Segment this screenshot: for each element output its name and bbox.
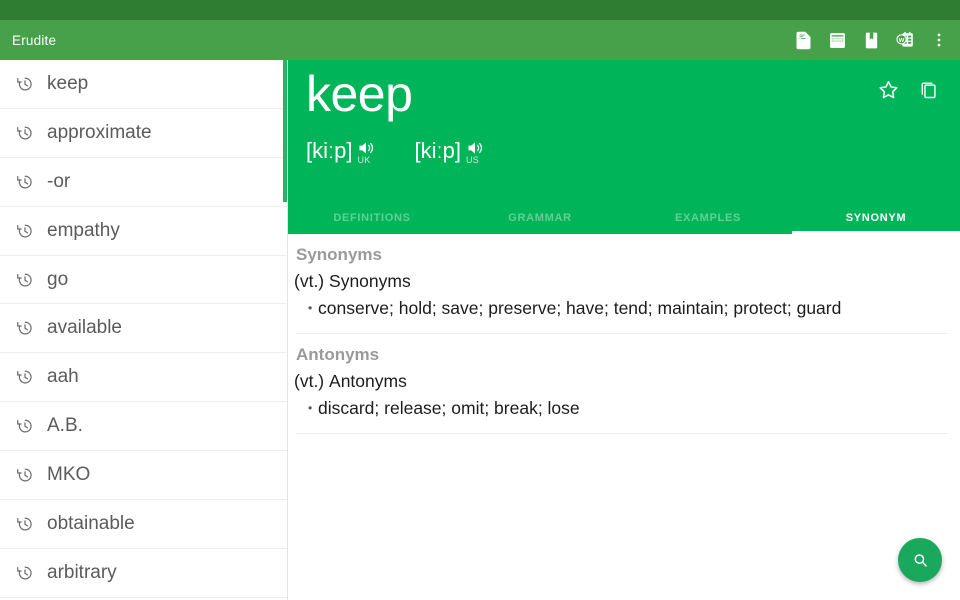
part-of-speech: (vt.) — [294, 271, 324, 291]
translate-icon[interactable] — [786, 20, 820, 60]
bullet-dot-icon: • — [308, 395, 318, 422]
history-item-label: A.B. — [47, 415, 83, 437]
copy-icon[interactable] — [908, 70, 948, 110]
tab-grammar[interactable]: GRAMMAR — [456, 201, 624, 234]
word-header: keep [kiːp] — [288, 60, 960, 201]
article-icon[interactable] — [820, 20, 854, 60]
history-item-4[interactable]: go — [0, 256, 287, 305]
sidebar-scrollbar[interactable] — [283, 60, 287, 600]
sense-block: (vt.) Antonyms • discard; release; omit;… — [288, 367, 956, 424]
history-clock-icon — [14, 171, 36, 193]
speaker-us-wrap: US — [465, 138, 485, 164]
headword: keep — [306, 64, 412, 124]
history-item-2[interactable]: -or — [0, 158, 287, 207]
history-clock-icon — [14, 366, 36, 388]
sidebar-scrollbar-thumb[interactable] — [283, 60, 287, 202]
overflow-menu-icon[interactable] — [922, 20, 956, 60]
tab-examples[interactable]: EXAMPLES — [624, 201, 792, 234]
history-item-label: go — [47, 269, 68, 291]
search-fab[interactable] — [898, 538, 942, 582]
history-clock-icon — [14, 513, 36, 535]
history-item-label: arbitrary — [47, 562, 117, 584]
ipa-uk: [kiːp] — [306, 138, 352, 164]
pronunciation-uk[interactable]: [kiːp] UK — [306, 138, 376, 164]
history-item-label: available — [47, 317, 122, 339]
history-clock-icon — [14, 220, 36, 242]
word-of-the-day-icon[interactable]: W — [888, 20, 922, 60]
history-item-label: MKO — [47, 464, 90, 486]
entry-actions — [868, 70, 948, 110]
history-item-label: aah — [47, 366, 79, 388]
entry-panel: keep [kiːp] — [288, 60, 960, 600]
history-item-9[interactable]: obtainable — [0, 500, 287, 549]
history-item-label: -or — [47, 171, 70, 193]
antonyms-section: Antonyms (vt.) Antonyms • discard; relea… — [288, 334, 956, 434]
section-divider — [296, 433, 948, 434]
sense-heading-label: Antonyms — [329, 371, 407, 391]
tab-synonym[interactable]: SYNONYM — [792, 201, 960, 234]
history-clock-icon — [14, 122, 36, 144]
sense-heading: (vt.) Antonyms — [294, 371, 956, 392]
history-item-8[interactable]: MKO — [0, 451, 287, 500]
bullet-dot-icon: • — [308, 295, 318, 322]
history-item-3[interactable]: empathy — [0, 207, 287, 256]
sense-heading-label: Synonyms — [329, 271, 411, 291]
section-title: Antonyms — [288, 334, 956, 367]
search-icon — [911, 551, 930, 570]
svg-text:W: W — [899, 38, 905, 44]
pronunciations: [kiːp] UK [kiːp] — [306, 138, 523, 164]
part-of-speech: (vt.) — [294, 371, 324, 391]
history-clock-icon — [14, 464, 36, 486]
favorite-star-icon[interactable] — [868, 70, 908, 110]
history-item-6[interactable]: aah — [0, 353, 287, 402]
history-item-label: approximate — [47, 122, 152, 144]
history-item-1[interactable]: approximate — [0, 109, 287, 158]
history-list: keep approximate -or empathy — [0, 60, 287, 598]
history-item-label: empathy — [47, 220, 120, 242]
history-clock-icon — [14, 269, 36, 291]
ipa-us: [kiːp] — [414, 138, 460, 164]
entry-content: Synonyms (vt.) Synonyms • conserve; hold… — [288, 234, 960, 600]
bookmark-icon[interactable] — [854, 20, 888, 60]
history-item-7[interactable]: A.B. — [0, 402, 287, 451]
sense-heading: (vt.) Synonyms — [294, 271, 956, 292]
history-clock-icon — [14, 562, 36, 584]
accent-label-us: US — [466, 155, 479, 165]
history-item-label: keep — [47, 73, 88, 95]
history-item-label: obtainable — [47, 513, 135, 535]
app-bar: Erudite — [0, 20, 960, 60]
entry-tabs: DEFINITIONS GRAMMAR EXAMPLES SYNONYM — [288, 201, 960, 234]
history-clock-icon — [14, 317, 36, 339]
synonyms-bullet: • conserve; hold; save; preserve; have; … — [294, 295, 956, 322]
sense-block: (vt.) Synonyms • conserve; hold; save; p… — [288, 267, 956, 324]
status-bar — [0, 0, 960, 20]
history-item-5[interactable]: available — [0, 304, 287, 353]
accent-label-uk: UK — [357, 155, 370, 165]
speaker-uk-wrap: UK — [356, 138, 376, 164]
history-clock-icon — [14, 415, 36, 437]
synonyms-list: conserve; hold; save; preserve; have; te… — [318, 295, 841, 322]
antonyms-bullet: • discard; release; omit; break; lose — [294, 395, 956, 422]
antonyms-list: discard; release; omit; break; lose — [318, 395, 580, 422]
app-title: Erudite — [12, 33, 786, 48]
history-sidebar[interactable]: keep approximate -or empathy — [0, 60, 288, 600]
section-title: Synonyms — [288, 234, 956, 267]
app-root: Erudite — [0, 0, 960, 600]
synonyms-section: Synonyms (vt.) Synonyms • conserve; hold… — [288, 234, 956, 334]
tab-definitions[interactable]: DEFINITIONS — [288, 201, 456, 234]
app-bar-actions: W — [786, 20, 960, 60]
pronunciation-us[interactable]: [kiːp] US — [414, 138, 484, 164]
history-item-10[interactable]: arbitrary — [0, 549, 287, 598]
history-clock-icon — [14, 73, 36, 95]
history-item-0[interactable]: keep — [0, 60, 287, 109]
